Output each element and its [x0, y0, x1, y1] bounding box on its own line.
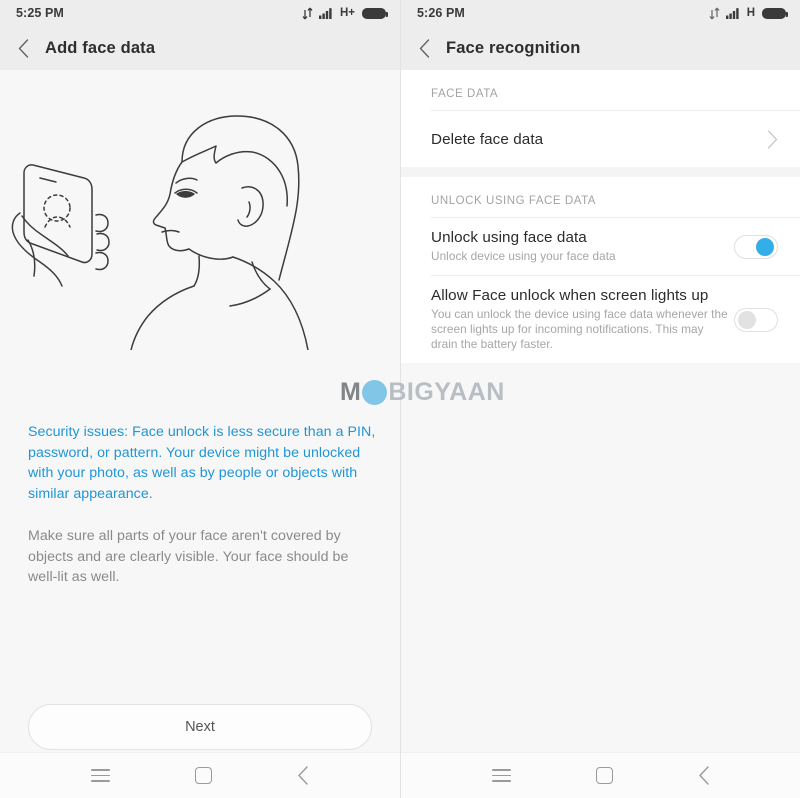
row-text-group: Delete face data: [431, 120, 543, 159]
menu-icon[interactable]: [491, 769, 511, 782]
status-icon-group: H: [709, 7, 789, 20]
row-unlock-using-face-data[interactable]: Unlock using face data Unlock device usi…: [401, 218, 800, 275]
network-type-label: H+: [339, 7, 355, 19]
right-nav-bar: [401, 752, 800, 798]
chevron-right-icon: [767, 129, 778, 149]
section-unlock-using-face-data: UNLOCK USING FACE DATA Unlock using face…: [401, 177, 800, 363]
signal-icon: [318, 8, 332, 19]
section-header: FACE DATA: [401, 70, 800, 110]
toggle-unlock-using-face-data[interactable]: [734, 234, 778, 259]
battery-icon: [362, 7, 389, 19]
next-button[interactable]: Next: [28, 704, 372, 750]
home-icon[interactable]: [595, 767, 613, 784]
toggle-knob: [737, 310, 756, 329]
data-transfer-icon: [709, 7, 720, 19]
row-subtitle: Unlock device using your face data: [431, 249, 616, 263]
left-app-bar: Add face data: [0, 26, 400, 70]
left-text-block: Security issues: Face unlock is less sec…: [28, 422, 378, 588]
security-warning-text: Security issues: Face unlock is less sec…: [28, 424, 376, 502]
row-title: Delete face data: [431, 130, 544, 148]
home-icon[interactable]: [194, 767, 212, 784]
battery-icon: [762, 7, 789, 19]
section-header: UNLOCK USING FACE DATA: [401, 177, 800, 217]
back-icon[interactable]: [297, 766, 309, 785]
page-title: Face recognition: [446, 38, 581, 57]
toggle-knob: [756, 237, 775, 256]
face-visibility-hint-text: Make sure all parts of your face aren't …: [28, 528, 349, 585]
right-status-bar: 5:26 PM H: [401, 0, 800, 26]
status-time: 5:26 PM: [417, 6, 465, 20]
back-icon[interactable]: [419, 38, 430, 58]
left-nav-bar: [0, 752, 400, 798]
right-content: FACE DATA Delete face data UNLOCK USING …: [401, 70, 800, 798]
menu-icon[interactable]: [90, 769, 110, 782]
right-phone-screen: 5:26 PM H Face recognition FACE DATA Del…: [400, 0, 800, 798]
row-title: Unlock using face data: [431, 229, 587, 246]
left-phone-screen: 5:25 PM H+ Add face data Security issues…: [0, 0, 400, 798]
row-delete-face-data[interactable]: Delete face data: [401, 111, 800, 167]
data-transfer-icon: [302, 7, 313, 19]
section-face-data: FACE DATA Delete face data: [401, 70, 800, 167]
signal-icon: [725, 8, 739, 19]
row-text-group: Unlock using face data Unlock device usi…: [431, 218, 616, 275]
next-button-container: Next: [0, 704, 400, 750]
row-allow-face-unlock-screen-lights-up[interactable]: Allow Face unlock when screen lights up …: [401, 276, 800, 363]
toggle-allow-face-unlock-screen-lights-up[interactable]: [734, 307, 778, 332]
left-content: Security issues: Face unlock is less sec…: [0, 70, 400, 798]
section-gap: [401, 167, 800, 177]
face-unlock-illustration: [11, 115, 309, 350]
back-icon[interactable]: [18, 38, 29, 58]
page-title: Add face data: [45, 38, 156, 57]
left-status-bar: 5:25 PM H+: [0, 0, 400, 26]
dual-screenshot-stage: 5:25 PM H+ Add face data Security issues…: [0, 0, 800, 798]
status-icon-group: H+: [302, 7, 389, 20]
right-app-bar: Face recognition: [401, 26, 800, 70]
status-time: 5:25 PM: [16, 6, 64, 20]
row-text-group: Allow Face unlock when screen lights up …: [431, 276, 731, 363]
row-title: Allow Face unlock when screen lights up: [431, 287, 709, 304]
back-icon[interactable]: [698, 766, 710, 785]
row-subtitle: You can unlock the device using face dat…: [431, 307, 728, 351]
network-type-label: H: [746, 7, 755, 19]
